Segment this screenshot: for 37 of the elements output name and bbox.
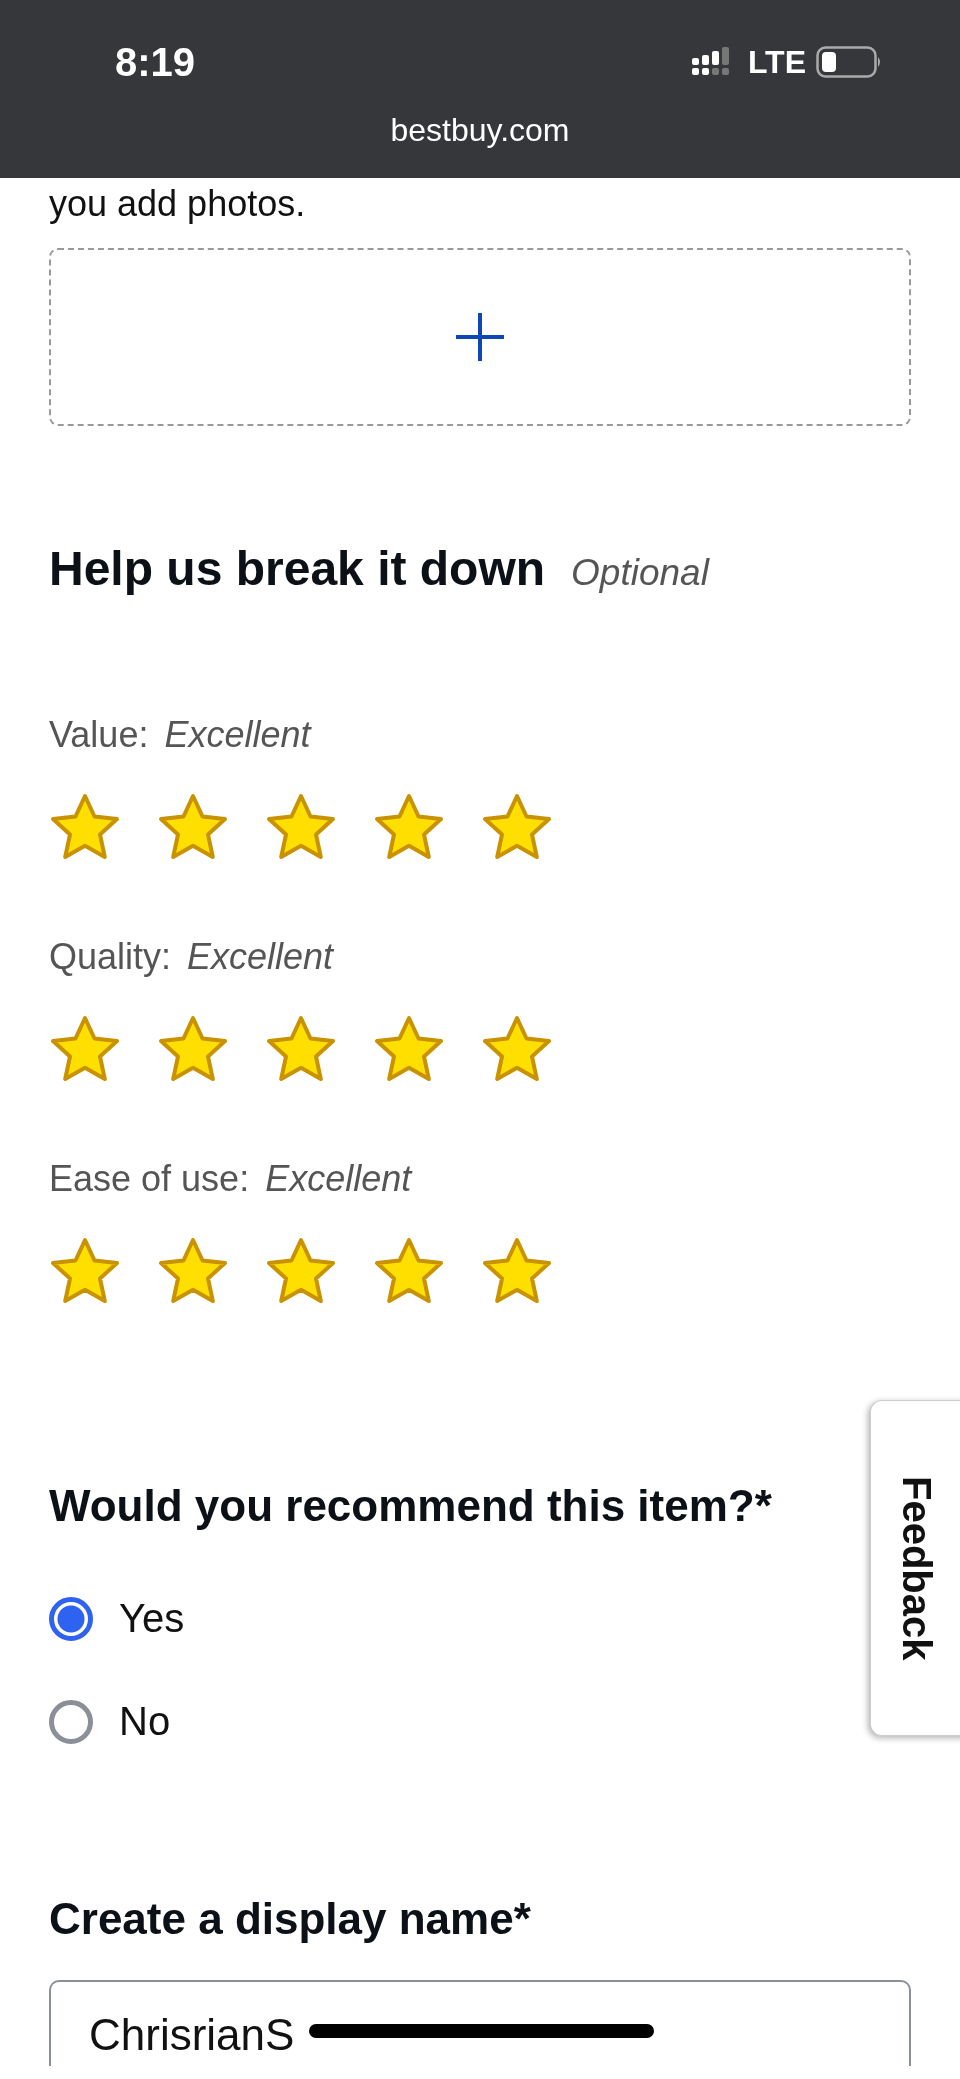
rating-value: Excellent <box>265 1158 412 1200</box>
plus-icon <box>455 312 505 362</box>
filled-star-icon[interactable] <box>49 792 121 862</box>
option-label[interactable]: Yes <box>119 1596 185 1641</box>
rating-label: Value: <box>49 714 149 756</box>
optional-label: Optional <box>571 552 709 594</box>
battery-icon <box>816 46 882 78</box>
filled-star-icon[interactable] <box>265 1014 337 1084</box>
display-name-field[interactable]: ChrisrianS <box>49 1980 911 2066</box>
section-heading: Help us break it down <box>49 541 546 596</box>
filled-star-icon[interactable] <box>157 792 229 862</box>
filled-star-icon[interactable] <box>265 792 337 862</box>
filled-star-icon[interactable] <box>265 1236 337 1306</box>
photos-note: you add photos. <box>49 182 307 226</box>
option-label[interactable]: No <box>119 1699 171 1744</box>
radio-button[interactable] <box>49 1699 93 1744</box>
url-text[interactable]: bestbuy.com <box>360 112 600 149</box>
radio-button[interactable] <box>49 1596 93 1641</box>
rating-value: Excellent <box>164 714 311 756</box>
rating-label: Ease of use: <box>49 1158 250 1200</box>
filled-star-icon[interactable] <box>49 1014 121 1084</box>
filled-star-icon[interactable] <box>481 792 553 862</box>
rating-label: Quality: <box>49 936 172 978</box>
filled-star-icon[interactable] <box>373 1014 445 1084</box>
filled-star-icon[interactable] <box>373 1236 445 1306</box>
filled-star-icon[interactable] <box>157 1236 229 1306</box>
filled-star-icon[interactable] <box>481 1014 553 1084</box>
question-heading: Would you recommend this item?* <box>49 1481 773 1531</box>
filled-star-icon[interactable] <box>373 792 445 862</box>
status-time: 8:19 <box>115 39 196 85</box>
filled-star-icon[interactable] <box>481 1236 553 1306</box>
filled-star-icon[interactable] <box>157 1014 229 1084</box>
field-label: Create a display name* <box>49 1894 532 1944</box>
filled-star-icon[interactable] <box>49 1236 121 1306</box>
rating-value: Excellent <box>187 936 334 978</box>
feedback-tab[interactable]: Feedback <box>870 1400 960 1736</box>
network-label: LTE <box>747 43 806 81</box>
